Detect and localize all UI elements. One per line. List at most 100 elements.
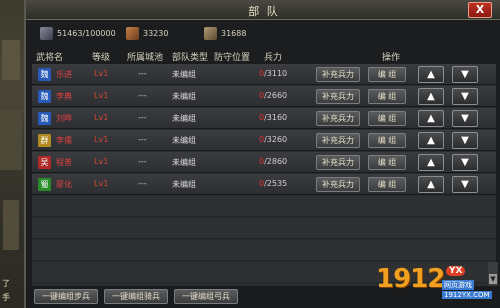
general-name[interactable]: 廖化: [56, 179, 72, 190]
city: ---: [138, 91, 147, 100]
supply-troops-button[interactable]: 补充兵力: [316, 111, 360, 126]
move-up-button[interactable]: ▲: [418, 176, 444, 193]
general-level: Lv1: [94, 179, 109, 188]
unit-type: 未编组: [172, 92, 196, 101]
scenery-building: [3, 200, 19, 250]
troops: 0/3260: [259, 135, 287, 144]
general-name[interactable]: 李儒: [56, 135, 72, 146]
edit-group-button[interactable]: 编 组: [368, 133, 406, 148]
window-title: 部 队: [248, 5, 280, 18]
city: ---: [138, 179, 147, 188]
weapon-value: 31688: [221, 29, 247, 38]
move-down-button[interactable]: ▼: [452, 110, 478, 127]
general-level: Lv1: [94, 135, 109, 144]
troops-max: /2860: [264, 157, 288, 166]
troops-max: /3110: [264, 69, 288, 78]
troops-table: 魏 乐进 Lv1 --- 未编组 0/3110 补充兵力 编 组 ▲ ▼ 魏 李…: [32, 64, 496, 288]
col-defense: 防守位置: [214, 53, 251, 63]
col-level: 等级: [92, 53, 111, 63]
move-up-button[interactable]: ▲: [418, 110, 444, 127]
empty-row: [32, 240, 496, 261]
supply-troops-button[interactable]: 补充兵力: [316, 67, 360, 82]
food-value: 33230: [143, 29, 169, 38]
edit-group-button[interactable]: 编 组: [368, 155, 406, 170]
move-down-button[interactable]: ▼: [452, 66, 478, 83]
table-row: 吴 程普 Lv1 --- 未编组 0/2860 补充兵力 编 组 ▲ ▼: [32, 152, 496, 173]
general-name[interactable]: 乐进: [56, 69, 72, 80]
col-actions: 操作: [382, 53, 401, 63]
troops: 0/2660: [259, 91, 287, 100]
troops: 0/3110: [259, 69, 287, 78]
move-down-button[interactable]: ▼: [452, 154, 478, 171]
city: ---: [138, 113, 147, 122]
col-city: 所属城池: [127, 53, 164, 63]
general-level: Lv1: [94, 69, 109, 78]
move-up-button[interactable]: ▲: [418, 154, 444, 171]
faction-badge: 群: [38, 134, 51, 147]
auto-group-infantry-button[interactable]: 一键编组步兵: [34, 289, 98, 304]
background-scenery: 了 手: [0, 0, 24, 308]
troops-max: /3260: [264, 135, 288, 144]
scenery-building: [2, 40, 20, 80]
table-row: 蜀 廖化 Lv1 --- 未编组 0/2535 补充兵力 编 组 ▲ ▼: [32, 174, 496, 195]
troops: 0/2535: [259, 179, 287, 188]
edit-group-button[interactable]: 编 组: [368, 177, 406, 192]
supply-troops-button[interactable]: 补充兵力: [316, 155, 360, 170]
troops-icon: [40, 27, 53, 40]
move-up-button[interactable]: ▲: [418, 88, 444, 105]
auto-group-archer-button[interactable]: 一键编组弓兵: [174, 289, 238, 304]
resource-troops: 51463/100000: [40, 27, 116, 40]
supply-troops-button[interactable]: 补充兵力: [316, 133, 360, 148]
table-row: 魏 李典 Lv1 --- 未编组 0/2660 补充兵力 编 组 ▲ ▼: [32, 86, 496, 107]
scroll-down-icon[interactable]: ▼: [489, 274, 497, 284]
faction-badge: 魏: [38, 112, 51, 125]
move-up-button[interactable]: ▲: [418, 132, 444, 149]
faction-badge: 吴: [38, 156, 51, 169]
general-name[interactable]: 刘晔: [56, 113, 72, 124]
general-name[interactable]: 程普: [56, 157, 72, 168]
move-down-button[interactable]: ▼: [452, 88, 478, 105]
table-row: 魏 乐进 Lv1 --- 未编组 0/3110 补充兵力 编 组 ▲ ▼: [32, 64, 496, 85]
col-general: 武将名: [36, 53, 64, 63]
supply-troops-button[interactable]: 补充兵力: [316, 89, 360, 104]
general-name[interactable]: 李典: [56, 91, 72, 102]
scenery-building: [0, 110, 22, 170]
empty-row: [32, 196, 496, 217]
troops: 0/2860: [259, 157, 287, 166]
troops-panel: 部 队 X 51463/100000 33230 31688 武将名 等级 所属…: [24, 0, 500, 308]
unit-type: 未编组: [172, 158, 196, 167]
scrollbar[interactable]: ▼: [488, 262, 498, 286]
resource-weapon: 31688: [204, 27, 246, 40]
edit-group-button[interactable]: 编 组: [368, 67, 406, 82]
city: ---: [138, 157, 147, 166]
move-up-button[interactable]: ▲: [418, 66, 444, 83]
weapon-icon: [204, 27, 217, 40]
unit-type: 未编组: [172, 70, 196, 79]
table-row: 群 李儒 Lv1 --- 未编组 0/3260 补充兵力 编 组 ▲ ▼: [32, 130, 496, 151]
move-down-button[interactable]: ▼: [452, 176, 478, 193]
general-level: Lv1: [94, 113, 109, 122]
titlebar: 部 队 X: [26, 0, 500, 20]
watermark-badge: YX: [446, 266, 466, 276]
empty-row: [32, 218, 496, 239]
edit-group-button[interactable]: 编 组: [368, 89, 406, 104]
move-down-button[interactable]: ▼: [452, 132, 478, 149]
auto-group-cavalry-button[interactable]: 一键编组骑兵: [104, 289, 168, 304]
general-level: Lv1: [94, 91, 109, 100]
faction-badge: 蜀: [38, 178, 51, 191]
supply-troops-button[interactable]: 补充兵力: [316, 177, 360, 192]
unit-type: 未编组: [172, 114, 196, 123]
col-unit-type: 部队类型: [172, 53, 209, 63]
troops-max: /2535: [264, 179, 288, 188]
edit-group-button[interactable]: 编 组: [368, 111, 406, 126]
scenery-text: 手: [2, 293, 10, 302]
troops-max: /3160: [264, 113, 288, 122]
unit-type: 未编组: [172, 180, 196, 189]
troops-max: /2660: [264, 91, 288, 100]
watermark-number: 1912: [376, 264, 445, 294]
close-button[interactable]: X: [468, 2, 492, 18]
faction-badge: 魏: [38, 90, 51, 103]
watermark-tagline: 网页游戏: [442, 280, 474, 290]
site-watermark: 1912 YX 网页游戏 1912YX.COM: [376, 264, 492, 304]
troops-value: 51463/100000: [57, 29, 116, 38]
